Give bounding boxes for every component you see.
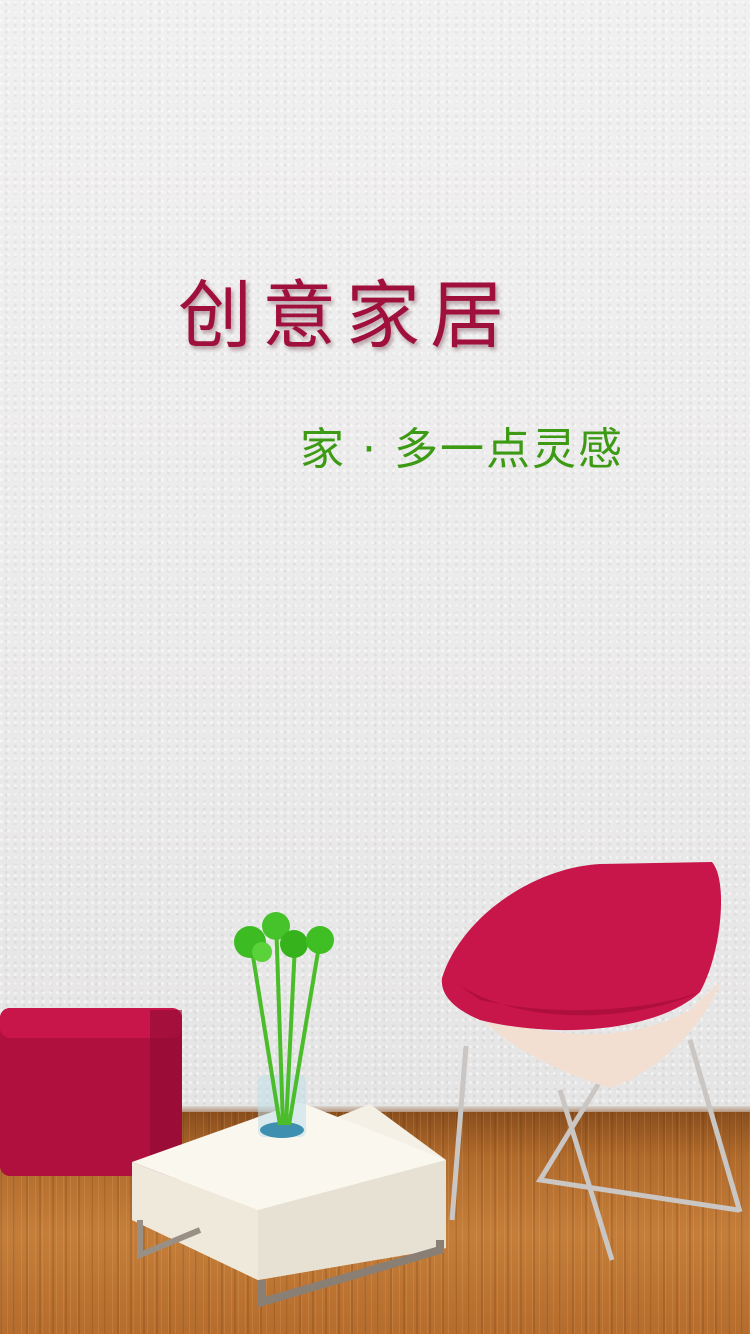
ottoman bbox=[0, 1008, 182, 1176]
vase-with-plants bbox=[234, 912, 334, 1138]
splash-screen: 创意家居 家 · 多一点灵感 bbox=[0, 0, 750, 1334]
lounge-chair bbox=[441, 862, 743, 1261]
app-title: 创意家居 bbox=[178, 273, 514, 359]
furniture-illustration bbox=[0, 862, 743, 1308]
app-slogan: 家 · 多一点灵感 bbox=[300, 424, 624, 475]
